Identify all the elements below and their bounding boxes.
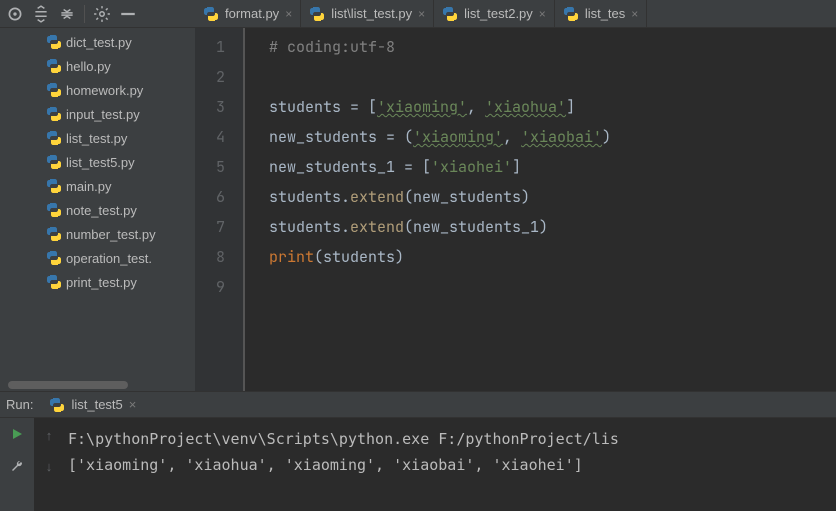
arrow-down-icon[interactable]: ↓ — [46, 459, 53, 474]
run-label: Run: — [6, 397, 33, 412]
close-icon[interactable]: × — [418, 7, 425, 21]
file-item[interactable]: hello.py — [0, 54, 195, 78]
project-sidebar: dict_test.py hello.py homework.py input_tes… — [0, 0, 195, 391]
file-item[interactable]: number_test.py — [0, 222, 195, 246]
tab-label: format.py — [225, 6, 279, 21]
file-tree[interactable]: dict_test.py hello.py homework.py input_tes… — [0, 28, 195, 377]
run-toolbar — [0, 418, 34, 511]
file-item[interactable]: note_test.py — [0, 198, 195, 222]
file-name: dict_test.py — [66, 35, 132, 50]
tab-label: list_test2.py — [464, 6, 533, 21]
editor-area: format.py×list\list_test.py×list_test2.p… — [195, 0, 836, 391]
file-item[interactable]: homework.py — [0, 78, 195, 102]
editor-tab[interactable]: list_test2.py × — [434, 0, 555, 27]
tab-label: list\list_test.py — [331, 6, 412, 21]
tab-label: list_tes — [585, 6, 625, 21]
file-item[interactable]: operation_test. — [0, 246, 195, 270]
run-nav: ↑ ↓ — [34, 418, 64, 511]
file-name: input_test.py — [66, 107, 140, 122]
file-item[interactable]: list_test5.py — [0, 150, 195, 174]
line-number: 5 — [195, 152, 225, 182]
file-name: print_test.py — [66, 275, 137, 290]
line-number: 4 — [195, 122, 225, 152]
line-number: 6 — [195, 182, 225, 212]
file-item[interactable]: dict_test.py — [0, 30, 195, 54]
editor-tab[interactable]: format.py × — [195, 0, 301, 27]
file-name: note_test.py — [66, 203, 137, 218]
file-item[interactable]: list_test.py — [0, 126, 195, 150]
code-content[interactable]: # coding:utf-8 students = ['xiaoming', '… — [245, 28, 836, 391]
editor[interactable]: 123456789 # coding:utf-8 students = ['xi… — [195, 28, 836, 391]
line-number: 2 — [195, 62, 225, 92]
file-name: operation_test. — [66, 251, 152, 266]
file-name: list_test5.py — [66, 155, 135, 170]
line-number: 3 — [195, 92, 225, 122]
run-tab-label: list_test5 — [71, 397, 122, 412]
sidebar-toolbar — [0, 0, 195, 28]
file-item[interactable]: print_test.py — [0, 270, 195, 294]
collapse-icon[interactable] — [58, 5, 76, 23]
line-number: 9 — [195, 272, 225, 302]
gear-icon[interactable] — [93, 5, 111, 23]
sidebar-scrollbar[interactable] — [0, 381, 195, 391]
line-number: 1 — [195, 32, 225, 62]
close-icon[interactable]: × — [285, 7, 292, 21]
file-name: list_test.py — [66, 131, 127, 146]
run-output[interactable]: F:\pythonProject\venv\Scripts\python.exe… — [64, 418, 836, 511]
rerun-icon[interactable] — [9, 426, 25, 445]
line-number: 8 — [195, 242, 225, 272]
editor-tabs: format.py×list\list_test.py×list_test2.p… — [195, 0, 836, 28]
close-icon[interactable]: × — [129, 397, 137, 412]
editor-tab[interactable]: list_tes × — [555, 0, 647, 27]
run-panel: Run: list_test5 × ↑ ↓ F:\pythonProject\v… — [0, 391, 836, 511]
file-name: homework.py — [66, 83, 143, 98]
target-icon[interactable] — [6, 5, 24, 23]
file-name: hello.py — [66, 59, 111, 74]
run-header: Run: list_test5 × — [0, 392, 836, 418]
separator — [84, 5, 85, 23]
close-icon[interactable]: × — [631, 7, 638, 21]
editor-tab[interactable]: list\list_test.py × — [301, 0, 434, 27]
python-icon — [49, 397, 65, 413]
file-name: main.py — [66, 179, 112, 194]
close-icon[interactable]: × — [539, 7, 546, 21]
file-item[interactable]: main.py — [0, 174, 195, 198]
arrow-up-icon[interactable]: ↑ — [46, 428, 53, 443]
line-number: 7 — [195, 212, 225, 242]
line-gutter: 123456789 — [195, 28, 243, 391]
expand-icon[interactable] — [32, 5, 50, 23]
minimize-icon[interactable] — [119, 5, 137, 23]
file-name: number_test.py — [66, 227, 156, 242]
run-tab[interactable]: list_test5 × — [41, 392, 144, 417]
file-item[interactable]: input_test.py — [0, 102, 195, 126]
wrench-icon[interactable] — [9, 459, 25, 478]
